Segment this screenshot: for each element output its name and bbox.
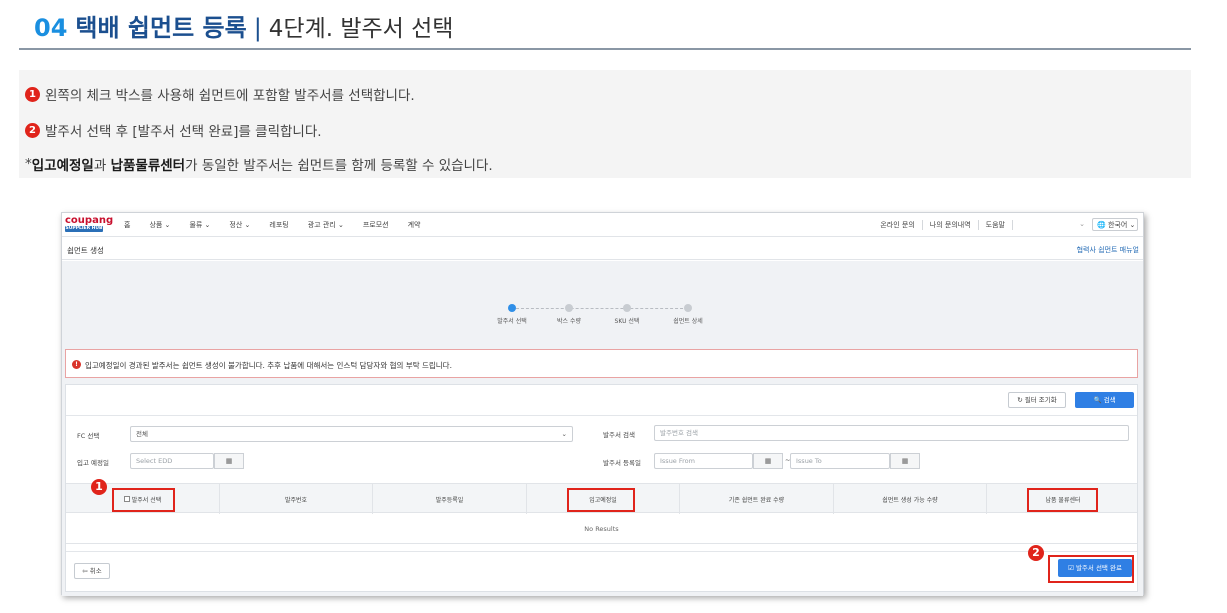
edd-input[interactable]: Select EDD	[130, 453, 214, 469]
calendar-icon[interactable]: ▦	[890, 453, 920, 469]
marker-2: 2	[1028, 545, 1044, 561]
instruction-box: 1 왼쪽의 체크 박스를 사용해 쉽먼트에 포함할 발주서를 선택합니다. 2 …	[19, 70, 1191, 178]
po-date-label: 발주서 등록일	[603, 459, 641, 467]
guide-page: 04 택배 쉽먼트 등록 | 4단계. 발주서 선택 1 왼쪽의 체크 박스를 …	[0, 0, 1227, 613]
top-links: 온라인 문의 나의 문의내역 도움말	[873, 220, 1013, 230]
fc-select-value: 전체	[136, 430, 148, 438]
top-navigation: coupang SUPPLIER HUB 홈 상품 ⌄ 물류 ⌄ 정산 ⌄ 레포…	[62, 213, 1143, 237]
highlight-center-column	[1027, 488, 1098, 512]
reset-filter-button[interactable]: ↻ 필터 조기화	[1008, 392, 1066, 408]
logo-subtitle: SUPPLIER HUB	[65, 226, 103, 232]
nav-products[interactable]: 상품 ⌄	[149, 220, 170, 230]
step-4-label: 쉽먼트 상세	[673, 318, 703, 325]
step-2-badge: 2	[25, 122, 40, 138]
step-3-label: SKU 선택	[614, 318, 640, 325]
nav-ads[interactable]: 광고 관리 ⌄	[308, 220, 344, 230]
nav-settlement[interactable]: 정산 ⌄	[229, 220, 250, 230]
step-1-badge: 1	[25, 86, 40, 102]
main-menu: 홈 상품 ⌄ 물류 ⌄ 정산 ⌄ 레포팅 광고 관리 ⌄ 프로모션 계약	[124, 220, 439, 230]
instruction-text-1: 왼쪽의 체크 박스를 사용해 쉽먼트에 포함할 발주서를 선택합니다.	[45, 88, 415, 104]
heading-number: 04	[34, 14, 68, 42]
step-3: SKU 선택	[597, 304, 657, 325]
instruction-line-1: 1 왼쪽의 체크 박스를 사용해 쉽먼트에 포함할 발주서를 선택합니다.	[25, 84, 415, 104]
heading-subtitle: 4단계. 발주서 선택	[268, 16, 454, 42]
col-po-date: 발주등록일	[373, 484, 527, 514]
footer-divider	[66, 551, 1137, 552]
nav-reporting[interactable]: 레포팅	[269, 220, 288, 230]
col-completed-qty: 기존 쉽먼트 완료 수량	[680, 484, 834, 514]
alert-text: 입고예정일이 경과된 발주서는 쉽먼트 생성이 불가합니다. 추후 납품에 대해…	[85, 361, 452, 370]
step-1-dot	[508, 304, 516, 312]
step-4: 쉽먼트 상세	[658, 304, 718, 325]
instruction-line-2: 2 발주서 선택 후 [발주서 선택 완료]를 클릭합니다.	[25, 120, 322, 140]
nav-contract[interactable]: 계약	[408, 220, 421, 230]
issue-from-input[interactable]: Issue From	[654, 453, 753, 469]
step-1: 발주서 선택	[482, 304, 542, 325]
note-emphasis-center: 납품물류센터	[110, 158, 186, 174]
page-title: 쉽먼트 생성	[67, 246, 104, 255]
warning-alert: ! 입고예정일이 경과된 발주서는 쉽먼트 생성이 불가합니다. 추후 납품에 …	[65, 349, 1138, 378]
step-1-label: 발주서 선택	[497, 318, 527, 325]
app-screenshot: coupang SUPPLIER HUB 홈 상품 ⌄ 물류 ⌄ 정산 ⌄ 레포…	[61, 212, 1144, 596]
highlight-complete-button	[1048, 555, 1134, 583]
cancel-button[interactable]: ⇦ 취소	[74, 563, 110, 579]
step-2-label: 박스 수량	[557, 318, 581, 325]
po-search-label: 발주서 검색	[603, 431, 635, 439]
note-middle: 과	[93, 158, 111, 174]
step-3-dot	[623, 304, 631, 312]
fc-select[interactable]: 전체 ⌄	[130, 426, 573, 442]
online-inquiry-link[interactable]: 온라인 문의	[873, 220, 923, 230]
step-4-dot	[684, 304, 692, 312]
marker-1: 1	[91, 479, 107, 495]
calendar-icon[interactable]: ▦	[753, 453, 783, 469]
my-inquiries-link[interactable]: 나의 문의내역	[923, 220, 979, 230]
page-header: 쉽먼트 생성 협력사 쉽먼트 매뉴얼	[62, 238, 1143, 260]
po-search-input[interactable]: 발주번호 검색	[654, 425, 1129, 441]
step-2: 박스 수량	[539, 304, 599, 325]
note-suffix: 가 동일한 발주서는 쉽먼트를 함께 등록할 수 있습니다.	[185, 158, 493, 174]
instruction-line-3: * 입고예정일 과 납품물류센터 가 동일한 발주서는 쉽먼트를 함께 등록할 …	[25, 154, 493, 174]
page-heading: 04 택배 쉽먼트 등록 | 4단계. 발주서 선택	[34, 8, 453, 44]
nav-logistics[interactable]: 물류 ⌄	[189, 220, 210, 230]
note-emphasis-edd: 입고예정일	[31, 158, 94, 174]
col-po-number: 발주번호	[220, 484, 373, 514]
empty-results: No Results	[66, 514, 1137, 544]
instruction-text-2: 발주서 선택 후 [발주서 선택 완료]를 클릭합니다.	[45, 124, 322, 140]
heading-divider	[19, 48, 1191, 50]
calendar-icon[interactable]: ▦	[214, 453, 244, 469]
heading-separator: |	[253, 14, 262, 42]
highlight-edd-column	[567, 488, 635, 512]
edd-label: 입고 예정일	[77, 459, 109, 467]
col-available-qty: 쉽먼트 생성 가능 수량	[834, 484, 987, 514]
account-dropdown[interactable]: ⌄	[1079, 220, 1085, 228]
logo-wordmark: coupang	[65, 215, 114, 226]
search-button[interactable]: 🔍 검색	[1075, 392, 1134, 408]
panel-divider	[66, 415, 1137, 416]
help-link[interactable]: 도움말	[979, 220, 1013, 230]
fc-label: FC 선택	[77, 432, 100, 440]
issue-to-input[interactable]: Issue To	[790, 453, 890, 469]
heading-main: 택배 쉽먼트 등록	[75, 14, 247, 42]
alert-icon: !	[72, 360, 81, 369]
nav-home[interactable]: 홈	[124, 220, 130, 230]
coupang-logo[interactable]: coupang SUPPLIER HUB	[65, 215, 114, 232]
content-area: 발주서 선택 박스 수량 SKU 선택 쉽먼트 상세 ! 입고예정일이 경과된 …	[62, 261, 1143, 596]
chevron-down-icon: ⌄	[561, 430, 567, 438]
manual-link[interactable]: 협력사 쉽먼트 매뉴얼	[1077, 245, 1139, 255]
progress-stepper: 발주서 선택 박스 수량 SKU 선택 쉽먼트 상세	[482, 304, 722, 334]
highlight-select-column	[112, 488, 175, 512]
nav-promotion[interactable]: 프로모션	[363, 220, 389, 230]
note-prefix: *	[25, 156, 32, 172]
language-select[interactable]: 🌐 한국어 ⌄	[1092, 218, 1138, 231]
step-2-dot	[565, 304, 573, 312]
